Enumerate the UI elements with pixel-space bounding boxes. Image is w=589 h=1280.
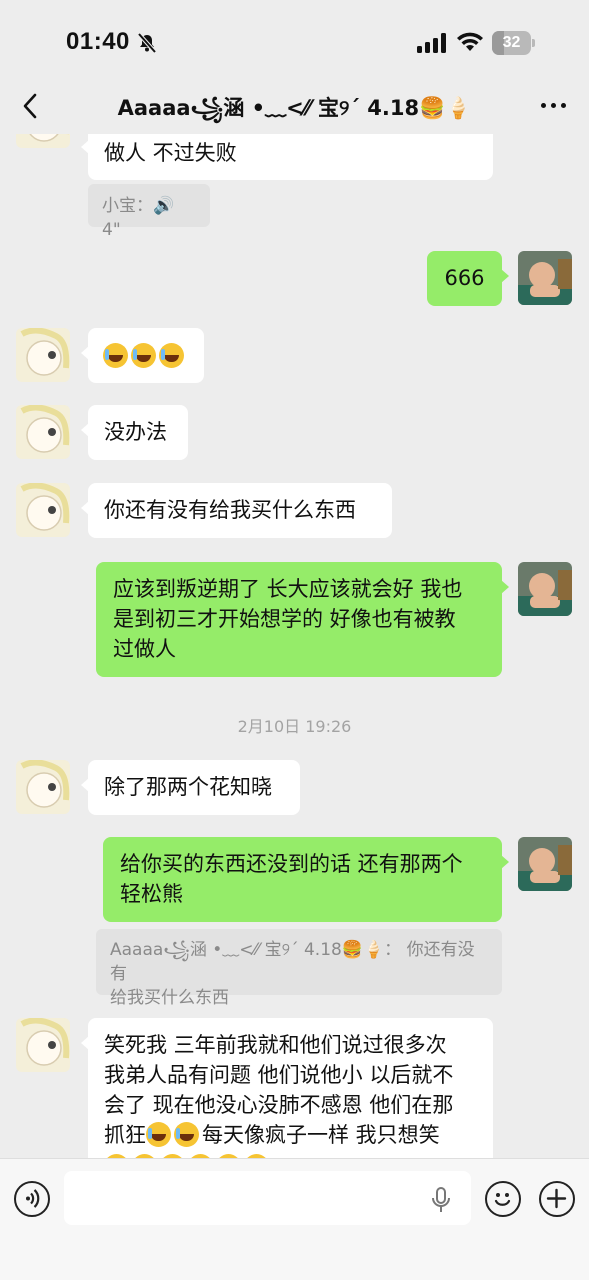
wifi-icon [457,32,483,51]
contact-avatar[interactable] [16,760,70,814]
message-text-fragment: 每天像疯子一样 我只想笑 [202,1123,440,1147]
chat-title: Aaaaa꧁涵 •﹏<⁄⁄ 宝୨ˊ 4.18🍔🍦 [117,96,472,120]
message-text-line: 会了 现在他没心没肺不感恩 他们在那 [104,1093,454,1117]
message-text-line: 是到初三才开始想学的 好像也有被教 [113,607,456,631]
status-time: 01:40 [66,28,130,55]
crying-laughing-emoji [131,343,156,368]
crying-laughing-emoji [159,343,184,368]
message-bubble[interactable] [81,328,204,383]
contact-avatar[interactable] [16,483,70,537]
message-text-line: 应该到叛逆期了 长大应该就会好 我也 [113,577,463,601]
contact-avatar[interactable] [16,328,70,382]
battery-level: 32 [502,34,521,51]
my-avatar[interactable] [518,251,572,305]
message-text: 你还有没有给我买什么东西 [104,498,356,522]
plus-icon [546,1188,567,1209]
message-input[interactable] [64,1171,471,1225]
message-text-line: 笑死我 三年前我就和他们说过很多次 [104,1033,447,1057]
message-text-fragment: 抓狂 [104,1123,146,1147]
more-actions-button[interactable] [539,1181,575,1217]
timestamp-divider: 2月10日 19:26 [237,717,352,736]
message-text-line: 轻松熊 [120,882,183,906]
crying-laughing-emoji [146,1122,171,1147]
message-text-line: 抓狂 每天像疯子一样 我只想笑 [104,1120,477,1150]
my-avatar[interactable] [518,562,572,616]
crying-laughing-emoji [103,343,128,368]
contact-avatar[interactable] [16,134,70,148]
emoji-icon [494,1193,511,1206]
message-text: 666 [444,266,485,290]
chat-header: Aaaaa꧁涵 •﹏<⁄⁄ 宝୨ˊ 4.18🍔🍦 [0,80,589,134]
emoji-button[interactable] [485,1181,521,1217]
contact-avatar[interactable] [16,1018,70,1072]
message-bubble[interactable]: 应该到叛逆期了 长大应该就会好 我也 是到初三才开始想学的 好像也有被教 过做人 [96,562,509,677]
message-text: 做人 不过失败 [104,141,237,165]
voice-quote[interactable]: 小宝：🔊 4" [88,184,210,240]
message-bubble[interactable]: 笑死我 三年前我就和他们说过很多次 我弟人品有问题 他们说他小 以后就不 会了 … [81,1018,493,1158]
message-bubble[interactable]: 没办法 [81,405,188,460]
message-text: 除了那两个花知晓 [104,775,272,799]
back-button[interactable] [12,86,48,126]
message-text-line: 过做人 [113,637,176,661]
battery-icon: 32 [492,31,536,55]
message-bubble[interactable]: 做人 不过失败 [81,134,493,180]
message-bubble[interactable]: 666 [427,251,509,306]
crying-laughing-emoji [174,1122,199,1147]
more-button[interactable] [537,92,569,118]
more-icon [540,102,546,108]
signal-icon [417,33,446,53]
message-bubble[interactable]: 你还有没有给我买什么东西 [81,483,392,538]
status-bar: 01:40 32 [0,0,589,80]
contact-avatar[interactable] [16,405,70,459]
quote-text: 小宝：🔊 4" [102,196,175,240]
message-bubble[interactable]: 除了那两个花知晓 [81,760,300,815]
message-text: 没办法 [104,420,167,444]
input-bar [0,1158,589,1280]
quote-text-line: Aaaaa꧁涵 •﹏<⁄⁄ 宝୨ˊ 4.18🍔🍦： 你还有没有 [110,940,475,984]
reply-quote[interactable]: Aaaaa꧁涵 •﹏<⁄⁄ 宝୨ˊ 4.18🍔🍦： 你还有没有 给我买什么东西 [96,929,502,1008]
message-text-line: 我弟人品有问题 他们说他小 以后就不 [104,1063,454,1087]
mic-icon[interactable] [430,1186,452,1214]
chat-message-list[interactable]: 做人 不过失败 小宝：🔊 4" 666 没办法 你还有没有给我买什么东西 应该到… [0,134,589,1158]
voice-input-button[interactable] [14,1181,50,1217]
quote-text-line: 给我买什么东西 [110,988,229,1008]
back-icon [23,93,37,119]
my-avatar[interactable] [518,837,572,891]
message-text-line: 给你买的东西还没到的话 还有那两个 [120,852,463,876]
voice-icon [26,1189,40,1208]
message-bubble[interactable]: 给你买的东西还没到的话 还有那两个 轻松熊 [103,837,509,922]
bell-slash-icon [137,32,157,54]
